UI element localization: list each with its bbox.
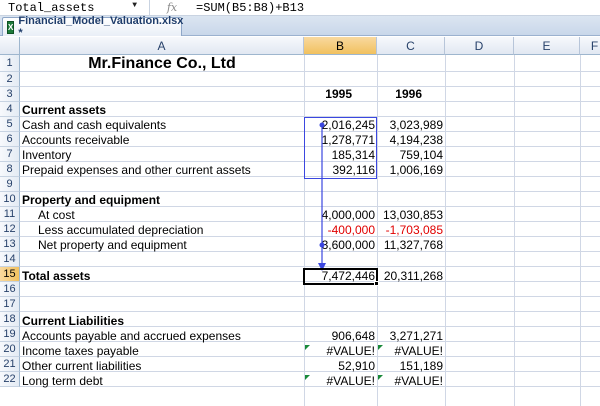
cell-b21[interactable]: 52,910 [304,359,375,374]
select-all-corner[interactable] [0,37,20,55]
year-1996[interactable]: 1996 [377,87,422,102]
row-header-12[interactable]: 12 [0,222,20,237]
current-assets-header[interactable]: Current assets [22,103,106,118]
cell-c7[interactable]: 759,104 [377,148,443,163]
column-header-d[interactable]: D [445,37,514,55]
cell-a7[interactable]: Inventory [22,148,71,163]
cell-c6[interactable]: 4,194,238 [377,133,443,148]
row-header-18[interactable]: 18 [0,312,20,327]
row-header-5[interactable]: 5 [0,117,20,132]
name-box-dropdown-icon[interactable]: ▼ [132,1,137,10]
cell-a20[interactable]: Income taxes payable [22,344,139,359]
formula-input[interactable]: =SUM(B5:B8)+B13 [194,1,304,15]
cell-c11[interactable]: 13,030,853 [377,208,443,223]
cell-c21[interactable]: 151,189 [377,359,443,374]
row-header-14[interactable]: 14 [0,252,20,267]
column-header-a[interactable]: A [20,37,304,55]
name-box-value: Total_assets [8,0,95,15]
cell-a11[interactable]: At cost [38,208,75,223]
formula-bar: Total_assets ▼ fx =SUM(B5:B8)+B13 [0,0,600,16]
current-liabilities-header[interactable]: Current Liabilities [22,314,124,329]
row-header-22[interactable]: 22 [0,372,20,387]
row-header-1[interactable]: 1 [0,55,20,72]
column-header-c[interactable]: C [377,37,445,55]
cell-a22[interactable]: Long term debt [22,374,103,389]
cell-c20[interactable]: #VALUE! [377,344,443,359]
cell-c12[interactable]: -1,703,085 [377,223,443,238]
name-box[interactable]: Total_assets ▼ [0,0,150,15]
cell-a15[interactable]: Total assets [22,269,90,284]
gridline [580,55,581,406]
row-header-11[interactable]: 11 [0,207,20,222]
gridline [20,311,600,312]
row-header-3[interactable]: 3 [0,87,20,102]
ppe-header[interactable]: Property and equipment [22,193,160,208]
column-header-f[interactable]: F [580,37,600,55]
row-header-16[interactable]: 16 [0,282,20,297]
cell-b22[interactable]: #VALUE! [304,374,375,389]
fill-handle[interactable] [374,281,379,286]
year-1995[interactable]: 1995 [304,87,352,102]
column-header-e[interactable]: E [514,37,580,55]
trace-precedents-arrow [318,122,326,271]
gridline [20,296,600,297]
gridline [514,55,515,406]
cell-a13[interactable]: Net property and equipment [38,238,187,253]
row-header-13[interactable]: 13 [0,237,20,252]
cell-b20[interactable]: #VALUE! [304,344,375,359]
row-header-8[interactable]: 8 [0,162,20,177]
workbook-tab-bar: X Financial_Model_Valuation.xlsx * [0,15,600,39]
row-header-6[interactable]: 6 [0,132,20,147]
cell-c5[interactable]: 3,023,989 [377,118,443,133]
cell-c13[interactable]: 11,327,768 [377,238,443,253]
cell-c8[interactable]: 1,006,169 [377,163,443,178]
cell-a21[interactable]: Other current liabilities [22,359,141,374]
workbook-tab-title: Financial_Model_Valuation.xlsx * [18,15,184,39]
cell-a6[interactable]: Accounts receivable [22,133,129,148]
row-header-21[interactable]: 21 [0,357,20,372]
active-cell-b15[interactable] [303,268,378,285]
row-header-10[interactable]: 10 [0,192,20,207]
row-header-7[interactable]: 7 [0,147,20,162]
row-header-17[interactable]: 17 [0,297,20,312]
insert-function-icon[interactable]: fx [150,1,194,14]
cell-c19[interactable]: 3,271,271 [377,329,443,344]
company-title[interactable]: Mr.Finance Co., Ltd [20,55,304,73]
row-header-2[interactable]: 2 [0,72,20,87]
cell-a12[interactable]: Less accumulated depreciation [38,223,203,238]
excel-workbook-icon: X [7,20,15,34]
cell-c22[interactable]: #VALUE! [377,374,443,389]
row-header-4[interactable]: 4 [0,102,20,117]
workbook-tab[interactable]: X Financial_Model_Valuation.xlsx * [2,15,184,39]
cell-c15[interactable]: 20,311,268 [377,269,443,284]
cell-a19[interactable]: Accounts payable and accrued expenses [22,329,241,344]
row-header-20[interactable]: 20 [0,342,20,357]
cell-b19[interactable]: 906,648 [304,329,375,344]
gridline [445,55,446,406]
row-header-19[interactable]: 19 [0,327,20,342]
cell-a8[interactable]: Prepaid expenses and other current asset… [22,163,251,178]
row-header-9[interactable]: 9 [0,177,20,192]
row-header-15[interactable]: 15 [0,267,20,282]
cell-a5[interactable]: Cash and cash equivalents [22,118,166,133]
column-header-b[interactable]: B [304,37,377,55]
